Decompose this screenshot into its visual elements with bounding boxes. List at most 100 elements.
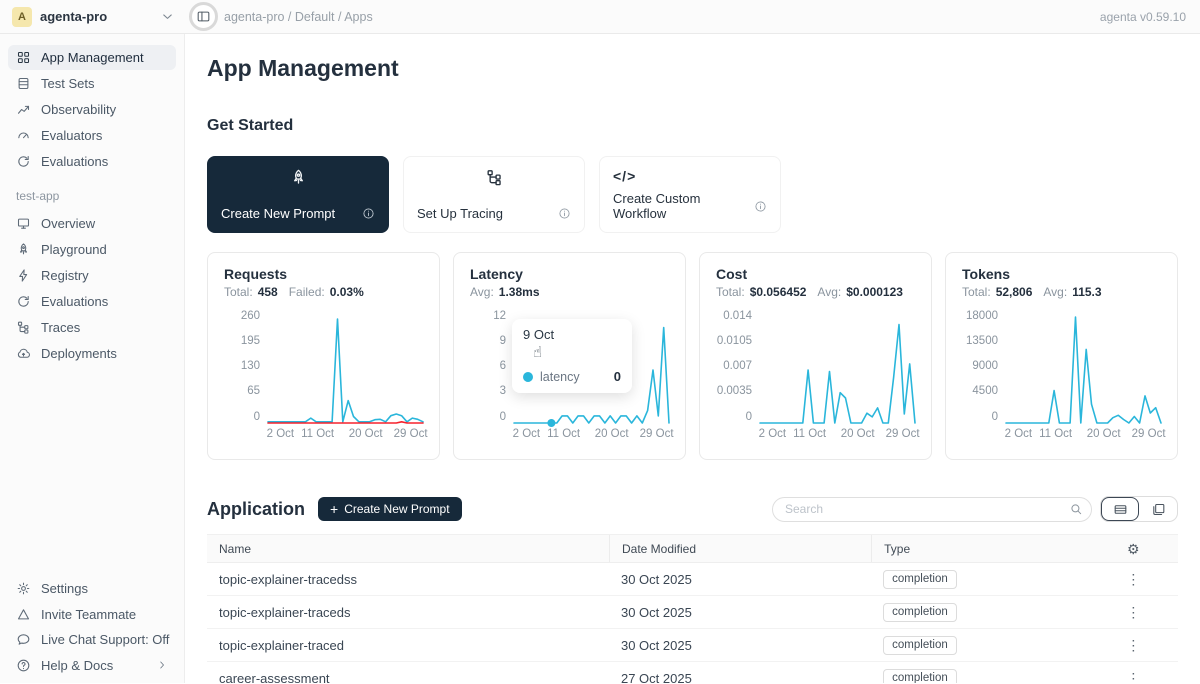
chart-line-icon — [16, 102, 31, 117]
sidebar-item-deployments[interactable]: Deployments — [8, 341, 176, 366]
row-menu-icon[interactable]: ⋮ — [1120, 570, 1146, 588]
info-icon[interactable] — [362, 207, 375, 220]
workspace-avatar: A — [12, 7, 32, 27]
sidebar-item-test-sets[interactable]: Test Sets — [8, 71, 176, 96]
workspace-switcher[interactable]: A agenta-pro — [0, 0, 185, 33]
app-date-cell: 30 Oct 2025 — [609, 605, 871, 620]
plus-icon: + — [330, 501, 338, 517]
topbar-main: agenta-pro / Default / Apps agenta v0.59… — [185, 0, 1200, 33]
panel-left-icon — [196, 9, 211, 24]
sidebar-item-evaluators[interactable]: Evaluators — [8, 123, 176, 148]
sidebar-toggle-button[interactable] — [193, 6, 214, 27]
sidebar-item-app-management[interactable]: App Management — [8, 45, 176, 70]
app-name-cell: topic-explainer-tracedss — [207, 572, 609, 587]
app-name-cell: career-assessment — [207, 671, 609, 684]
row-menu-icon[interactable]: ⋮ — [1120, 603, 1146, 621]
tooltip-series-name: latency — [540, 370, 580, 384]
table-settings-gear-icon[interactable]: ⚙ — [1127, 542, 1140, 556]
column-header-date-modified[interactable]: Date Modified — [609, 535, 871, 562]
topbar: A agenta-pro agenta-pro / Default / Apps… — [0, 0, 1200, 34]
sidebar: App Management Test Sets Observability E… — [0, 34, 185, 683]
circular-arrow-icon — [16, 294, 31, 309]
lightning-icon — [16, 268, 31, 283]
sidebar-bottom: Settings Invite Teammate Live Chat Suppo… — [0, 576, 184, 684]
sidebar-item-observability[interactable]: Observability — [8, 97, 176, 122]
create-new-prompt-button[interactable]: + Create New Prompt — [318, 497, 462, 521]
type-badge: completion — [883, 570, 957, 589]
main-content: App Management Get Started Create New Pr… — [185, 34, 1200, 683]
app-type-cell: completion — [871, 636, 1089, 655]
table-row[interactable]: topic-explainer-tracedss30 Oct 2025compl… — [207, 563, 1178, 596]
application-header: Application + Create New Prompt — [207, 496, 1178, 522]
sidebar-item-playground[interactable]: Playground — [8, 237, 176, 262]
app-name-cell: topic-explainer-traceds — [207, 605, 609, 620]
app-type-cell: completion — [871, 669, 1089, 684]
table-view-button[interactable] — [1101, 497, 1139, 521]
chart-title: Requests — [224, 266, 423, 282]
column-header-name[interactable]: Name — [207, 535, 609, 562]
chart-title: Latency — [470, 266, 669, 282]
invite-teammate-icon — [16, 607, 31, 622]
type-badge: completion — [883, 636, 957, 655]
set-up-tracing-card[interactable]: Set Up Tracing — [403, 156, 585, 233]
y-axis: 129630 — [470, 313, 506, 425]
tokens-chart-card: Tokens Total:52,806 Avg:115.3 1800013500… — [945, 252, 1178, 460]
search-input[interactable] — [772, 497, 1092, 522]
circular-arrow-icon — [16, 154, 31, 169]
monitor-icon — [16, 216, 31, 231]
table-row[interactable]: career-assessment27 Oct 2025 completion ⋮ — [207, 662, 1178, 683]
sidebar-item-settings[interactable]: Settings — [8, 576, 176, 601]
sidebar-item-live-chat[interactable]: Live Chat Support: Off — [8, 627, 176, 652]
app-date-cell: 30 Oct 2025 — [609, 638, 871, 653]
search-box — [772, 497, 1092, 522]
sidebar-item-traces[interactable]: Traces — [8, 315, 176, 340]
sidebar-item-invite-teammate[interactable]: Invite Teammate — [8, 602, 176, 627]
code-icon: </> — [613, 168, 767, 184]
info-icon[interactable] — [558, 207, 571, 220]
legend-dot — [523, 372, 533, 382]
y-axis: 260195130650 — [224, 313, 260, 425]
type-badge: completion — [883, 669, 957, 684]
cost-series-cost — [760, 325, 915, 423]
search-icon[interactable] — [1069, 502, 1083, 516]
info-icon[interactable] — [754, 200, 767, 213]
requests-chart-card: Requests Total:458 Failed:0.03% 26019513… — [207, 252, 440, 460]
cost-chart-plot — [760, 313, 915, 425]
app-date-cell: 27 Oct 2025 — [609, 671, 871, 684]
rocket-icon — [16, 242, 31, 257]
create-new-prompt-card[interactable]: Create New Prompt — [207, 156, 389, 233]
tree-icon — [417, 168, 571, 187]
rocket-icon — [221, 168, 375, 187]
breadcrumb[interactable]: agenta-pro / Default / Apps — [224, 10, 373, 24]
row-menu-icon[interactable]: ⋮ — [1120, 636, 1146, 654]
cost-chart-card: Cost Total:$0.056452 Avg:$0.000123 0.014… — [699, 252, 932, 460]
create-custom-workflow-card[interactable]: </> Create Custom Workflow — [599, 156, 781, 233]
gauge-icon — [16, 128, 31, 143]
starter-card-label: Create New Prompt — [221, 206, 335, 221]
grid-icon — [16, 50, 31, 65]
table-row[interactable]: topic-explainer-traced30 Oct 2025complet… — [207, 629, 1178, 662]
chart-title: Cost — [716, 266, 915, 282]
table-row[interactable]: topic-explainer-traceds30 Oct 2025comple… — [207, 596, 1178, 629]
metrics-charts: Requests Total:458 Failed:0.03% 26019513… — [207, 252, 1178, 460]
sidebar-item-registry[interactable]: Registry — [8, 263, 176, 288]
application-table: Name Date Modified Type ⚙ topic-explaine… — [207, 534, 1178, 683]
requests-series-success — [268, 319, 423, 422]
chart-tooltip: 9 Oct ☝ latency 0 — [512, 319, 632, 393]
column-header-type[interactable]: Type — [871, 535, 1089, 562]
chevron-down-icon — [160, 9, 175, 24]
sidebar-item-evaluations[interactable]: Evaluations — [8, 149, 176, 174]
y-axis: 0.0140.01050.0070.00350 — [716, 313, 752, 425]
tokens-series-tokens — [1006, 317, 1161, 423]
x-axis: 2 Oct11 Oct20 Oct29 Oct — [1006, 425, 1161, 440]
row-menu-icon[interactable]: ⋮ — [1120, 669, 1146, 683]
sidebar-item-overview[interactable]: Overview — [8, 211, 176, 236]
chart-stats: Total:52,806 Avg:115.3 — [962, 285, 1161, 299]
chart-title: Tokens — [962, 266, 1161, 282]
card-view-icon — [1151, 502, 1166, 517]
gear-icon — [16, 581, 31, 596]
table-view-icon — [1113, 502, 1128, 517]
sidebar-item-help-docs[interactable]: Help & Docs — [8, 653, 176, 678]
card-view-button[interactable] — [1139, 497, 1177, 521]
sidebar-item-evaluations-app[interactable]: Evaluations — [8, 289, 176, 314]
